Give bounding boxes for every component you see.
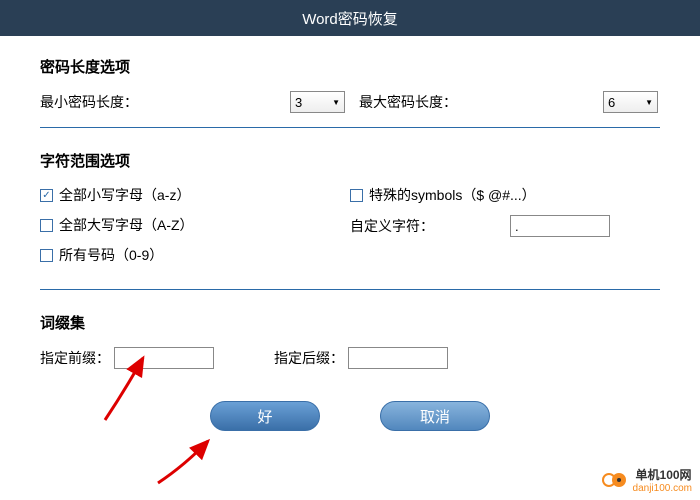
button-row: 好 取消 [40, 401, 660, 431]
min-length-select[interactable]: 3 ▼ [290, 91, 345, 113]
affix-section-title: 词缀集 [40, 312, 660, 333]
max-length-select[interactable]: 6 ▼ [603, 91, 658, 113]
prefix-label: 指定前缀： [40, 348, 110, 368]
ok-button[interactable]: 好 [210, 401, 320, 431]
chars-col-left: 全部小写字母（a-z） 全部大写字母（A-Z） 所有号码（0-9） [40, 185, 350, 275]
chars-section-title: 字符范围选项 [40, 150, 660, 171]
symbols-row: 特殊的symbols（$ @#...） [350, 185, 660, 205]
cancel-button[interactable]: 取消 [380, 401, 490, 431]
window-title: Word密码恢复 [302, 8, 398, 29]
chars-col-right: 特殊的symbols（$ @#...） 自定义字符： [350, 185, 660, 275]
ok-button-label: 好 [257, 406, 272, 427]
main-content: 密码长度选项 最小密码长度： 3 ▼ 最大密码长度： 6 ▼ 字符范围选项 全部… [0, 36, 700, 441]
suffix-group: 指定后缀： [274, 347, 448, 369]
digits-label: 所有号码（0-9） [59, 245, 163, 265]
watermark-line1: 单机100网 [636, 466, 692, 483]
suffix-input[interactable] [348, 347, 448, 369]
chevron-down-icon: ▼ [645, 98, 653, 107]
prefix-group: 指定前缀： [40, 347, 214, 369]
min-length-label: 最小密码长度： [40, 92, 290, 112]
annotation-arrow [150, 435, 220, 490]
chevron-down-icon: ▼ [332, 98, 340, 107]
lowercase-row: 全部小写字母（a-z） [40, 185, 350, 205]
window-title-bar: Word密码恢复 [0, 0, 700, 36]
min-length-value: 3 [295, 95, 302, 110]
uppercase-label: 全部大写字母（A-Z） [59, 215, 194, 235]
length-section-title: 密码长度选项 [40, 56, 660, 77]
symbols-checkbox[interactable] [350, 189, 363, 202]
watermark-line2: danji100.com [633, 483, 692, 494]
uppercase-checkbox[interactable] [40, 219, 53, 232]
max-length-value: 6 [608, 95, 615, 110]
symbols-label: 特殊的symbols（$ @#...） [369, 185, 536, 205]
prefix-input[interactable] [114, 347, 214, 369]
divider [40, 127, 660, 128]
watermark-text: 单机100网 danji100.com [636, 466, 692, 494]
max-length-label: 最大密码长度： [359, 92, 603, 112]
uppercase-row: 全部大写字母（A-Z） [40, 215, 350, 235]
affix-row: 指定前缀： 指定后缀： [40, 347, 660, 369]
cancel-button-label: 取消 [420, 406, 450, 427]
digits-checkbox[interactable] [40, 249, 53, 262]
custom-char-input[interactable] [510, 215, 610, 237]
chars-grid: 全部小写字母（a-z） 全部大写字母（A-Z） 所有号码（0-9） 特殊的sym… [40, 185, 660, 275]
watermark-logo-icon [602, 470, 630, 490]
lowercase-label: 全部小写字母（a-z） [59, 185, 190, 205]
custom-char-label: 自定义字符： [350, 216, 510, 236]
length-row: 最小密码长度： 3 ▼ 最大密码长度： 6 ▼ [40, 91, 660, 113]
lowercase-checkbox[interactable] [40, 189, 53, 202]
custom-char-row: 自定义字符： [350, 215, 660, 237]
watermark: 单机100网 danji100.com [602, 466, 692, 494]
divider [40, 289, 660, 290]
digits-row: 所有号码（0-9） [40, 245, 350, 265]
suffix-label: 指定后缀： [274, 348, 344, 368]
